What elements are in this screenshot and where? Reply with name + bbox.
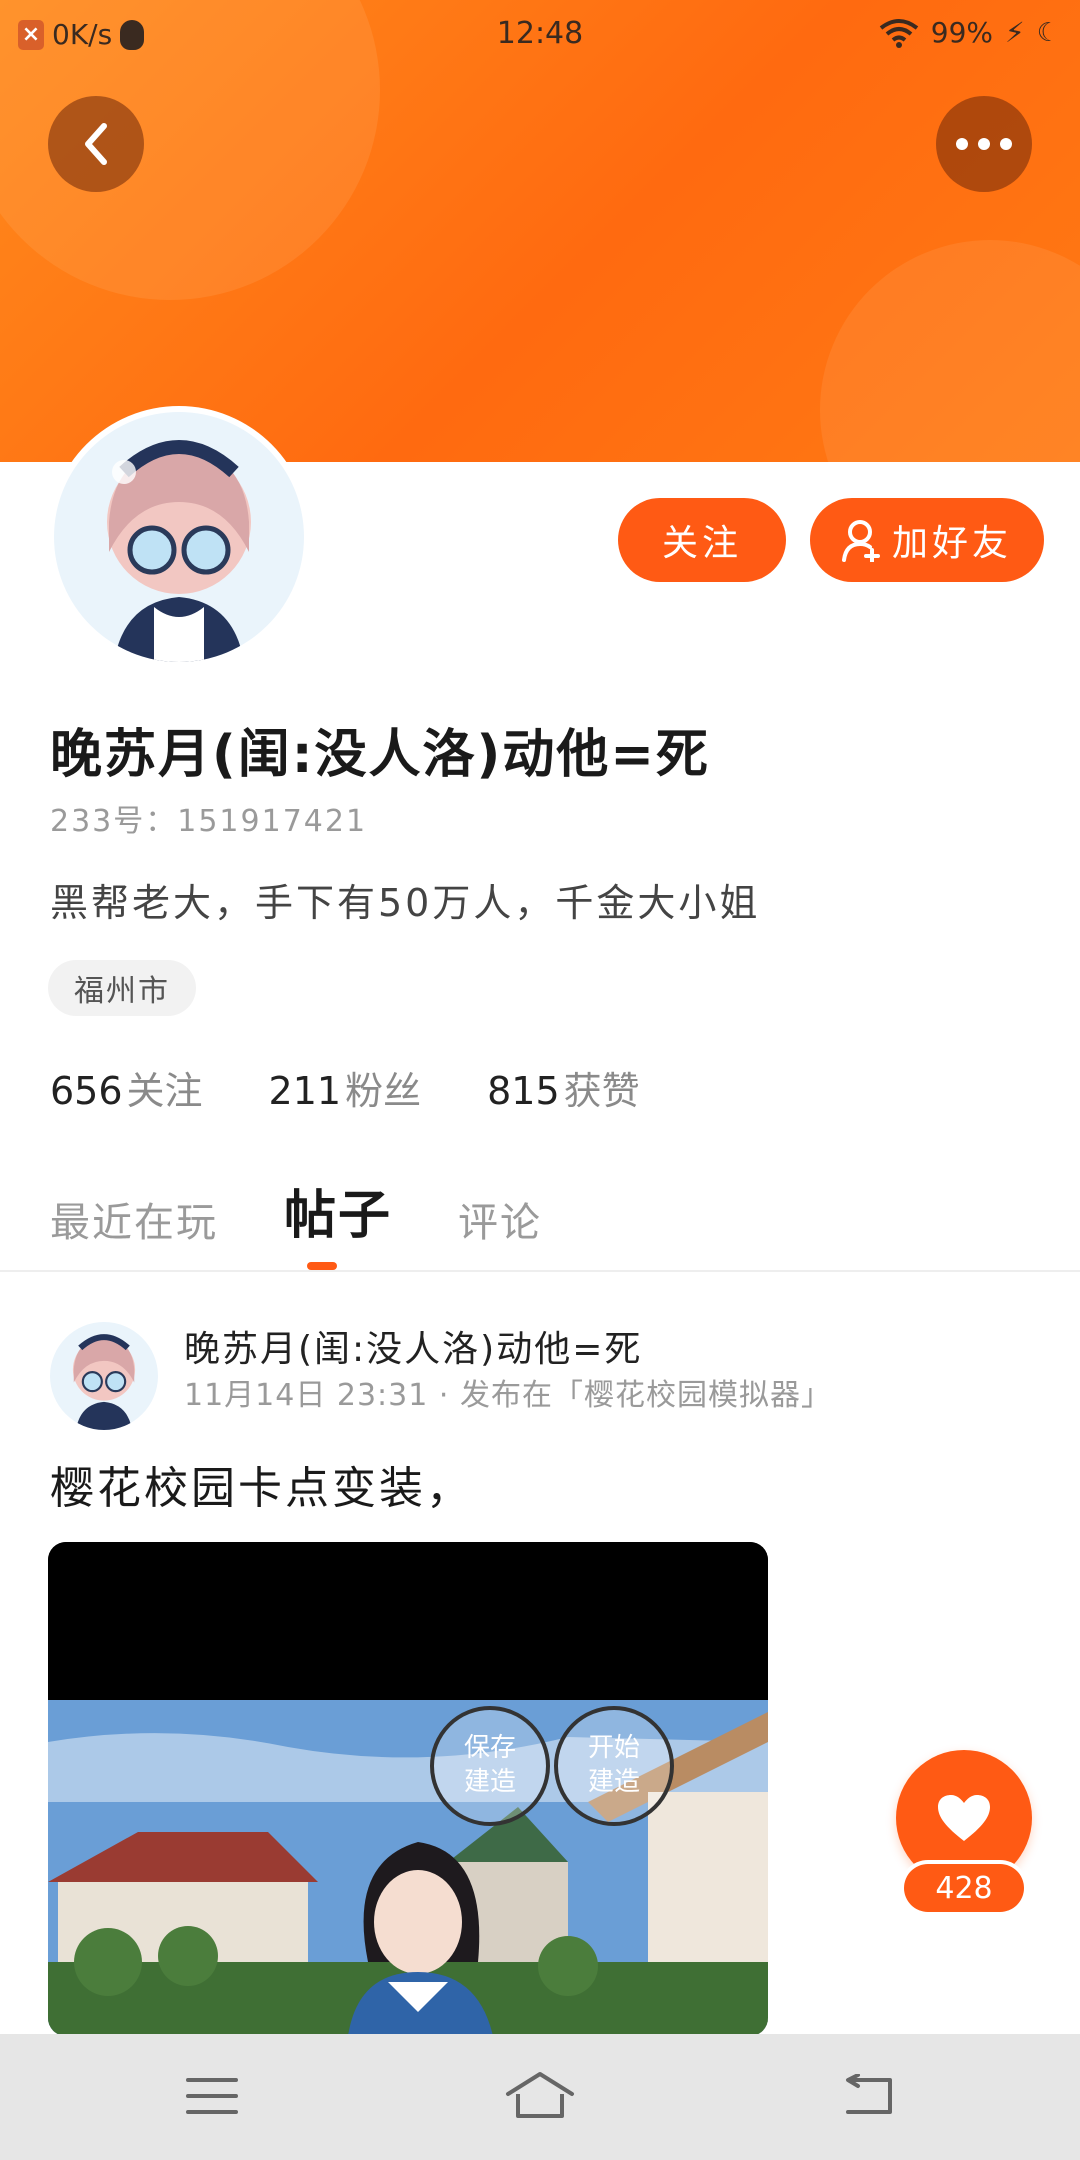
- post-text[interactable]: 樱花校园卡点变装，: [50, 1452, 473, 1516]
- tab-indicator: [307, 1262, 337, 1270]
- post-author-name[interactable]: 晚苏月(闺:没人洛)动他=死: [184, 1320, 642, 1372]
- stat-following[interactable]: 656 关注: [50, 1060, 203, 1115]
- profile-bio: 黑帮老大，手下有50万人，千金大小姐: [50, 881, 761, 925]
- location-tag: 福州市: [48, 960, 196, 1016]
- image-save-build-label-1: 保存: [464, 1733, 516, 1763]
- follow-button[interactable]: 关注: [618, 498, 786, 582]
- profile-tabs: 最近在玩 帖子 评论: [50, 1168, 542, 1248]
- like-count: 428: [904, 1864, 1024, 1912]
- tabs-divider: [0, 1270, 1080, 1272]
- menu-icon: [186, 2078, 238, 2114]
- image-start-build-label-1: 开始: [588, 1733, 640, 1763]
- stat-likes-label: 获赞: [563, 1069, 640, 1113]
- tab-posts[interactable]: 帖子: [284, 1173, 392, 1248]
- back-icon: [846, 2074, 892, 2114]
- moon-icon: ☾: [1036, 17, 1060, 48]
- home-icon: [506, 2072, 574, 2118]
- tab-comments[interactable]: 评论: [458, 1190, 542, 1248]
- stat-likes[interactable]: 815 获赞: [487, 1060, 640, 1115]
- nav-back-button[interactable]: [828, 2064, 908, 2128]
- more-dots-icon: [956, 138, 1012, 150]
- profile-avatar[interactable]: [54, 412, 304, 662]
- image-start-build-label-2: 建造: [588, 1767, 640, 1797]
- status-right: 99% ⚡ ☾: [879, 16, 1060, 49]
- system-nav-bar: [0, 2034, 1080, 2160]
- post-meta: 11月14日 23:31 · 发布在「樱花校园模拟器」: [184, 1378, 832, 1413]
- add-friend-label: 加好友: [891, 523, 1012, 564]
- nav-home-button[interactable]: [500, 2064, 580, 2128]
- heart-icon: [938, 1795, 990, 1841]
- status-bar: × 0K/s 12:48 99% ⚡ ☾: [0, 0, 1080, 70]
- tab-recent-play[interactable]: 最近在玩: [50, 1190, 218, 1248]
- charging-icon: ⚡: [1005, 16, 1025, 49]
- battery-percent: 99%: [930, 16, 994, 49]
- profile-uid: 233号：151917421: [50, 804, 368, 839]
- stat-following-count: 656: [50, 1069, 123, 1113]
- image-save-build-label-2: 建造: [464, 1767, 516, 1797]
- back-button[interactable]: [48, 96, 144, 192]
- post-image[interactable]: 保存 建造 开始 建造: [48, 1542, 768, 2036]
- profile-name: 晚苏月(闺:没人洛)动他=死: [50, 725, 710, 785]
- nav-menu-button[interactable]: [172, 2064, 252, 2128]
- add-friend-button[interactable]: 加好友: [810, 498, 1044, 582]
- post-author-avatar[interactable]: [50, 1322, 158, 1430]
- add-user-icon: [841, 520, 880, 562]
- stat-following-label: 关注: [126, 1069, 203, 1113]
- more-button[interactable]: [936, 96, 1032, 192]
- stat-fans-count: 211: [268, 1069, 342, 1113]
- back-arrow-icon: [85, 123, 107, 165]
- wifi-icon: [879, 18, 919, 48]
- stat-fans[interactable]: 211 粉丝: [269, 1060, 422, 1115]
- stat-likes-count: 815: [487, 1069, 560, 1113]
- stat-fans-label: 粉丝: [345, 1069, 422, 1113]
- profile-stats: 656 关注 211 粉丝 815 获赞: [50, 1060, 640, 1115]
